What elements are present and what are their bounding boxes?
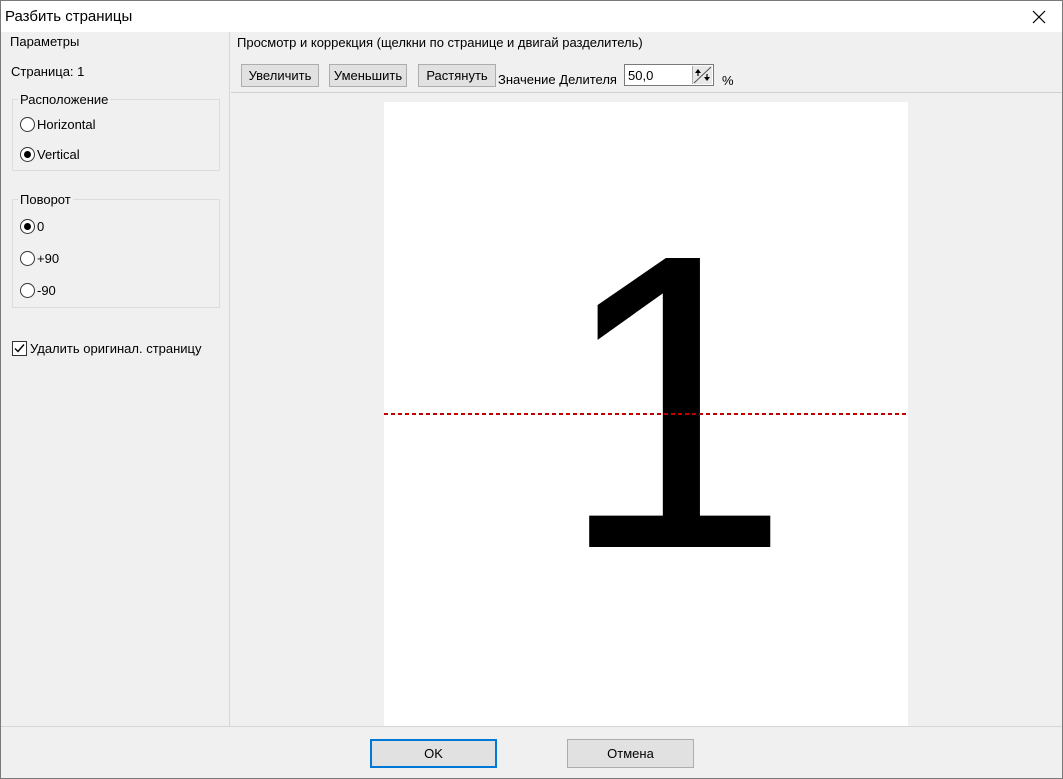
- delete-original-checkbox[interactable]: [12, 340, 27, 356]
- parameters-panel: Параметры Страница: 1 Расположение Horiz…: [1, 32, 230, 726]
- radio-rotation-minus90-indicator[interactable]: [20, 282, 35, 298]
- stretch-button[interactable]: Растянуть: [418, 64, 496, 87]
- radio-rotation-plus90[interactable]: +90: [20, 248, 59, 268]
- checkmark-icon: [14, 343, 25, 353]
- radio-rotation-plus90-label: +90: [37, 250, 60, 266]
- ok-button[interactable]: OK: [370, 739, 497, 768]
- rotation-group-label: Поворот: [18, 192, 73, 207]
- window-title: Разбить страницы: [5, 8, 133, 25]
- radio-vertical-label: Vertical: [37, 146, 80, 162]
- layout-group: Расположение Horizontal Vertical: [12, 92, 220, 171]
- divider-value-label: Значение Делителя: [498, 72, 617, 87]
- close-button[interactable]: [1016, 1, 1062, 32]
- page-preview-canvas[interactable]: 1: [384, 102, 908, 726]
- zoom-out-button[interactable]: Уменьшить: [329, 64, 407, 87]
- radio-rotation-minus90[interactable]: -90: [20, 280, 56, 300]
- radio-horizontal[interactable]: Horizontal: [20, 114, 96, 134]
- split-pages-dialog: Разбить страницы Параметры Страница: 1 Р…: [0, 0, 1063, 779]
- divider-value-input[interactable]: 50,0: [624, 64, 714, 86]
- radio-vertical[interactable]: Vertical: [20, 144, 80, 164]
- radio-horizontal-label: Horizontal: [37, 116, 96, 132]
- divider-value-text[interactable]: 50,0: [628, 68, 653, 83]
- parameters-label: Параметры: [10, 34, 80, 49]
- delete-original-label: Удалить оригинал. страницу: [30, 340, 202, 356]
- radio-rotation-0-label: 0: [37, 218, 45, 234]
- dialog-footer: OK Отмена: [1, 726, 1062, 778]
- page-content-digit: 1: [557, 168, 791, 637]
- rotation-group: Поворот 0 +90 -90: [12, 192, 220, 308]
- radio-vertical-indicator[interactable]: [20, 146, 35, 162]
- page-preview[interactable]: 1: [384, 102, 908, 726]
- cancel-button[interactable]: Отмена: [567, 739, 694, 768]
- radio-rotation-0[interactable]: 0: [20, 216, 44, 236]
- radio-rotation-minus90-label: -90: [37, 282, 56, 298]
- radio-rotation-plus90-indicator[interactable]: [20, 250, 35, 266]
- title-bar: Разбить страницы: [1, 1, 1062, 32]
- percent-label: %: [722, 73, 734, 88]
- radio-rotation-0-indicator[interactable]: [20, 218, 35, 234]
- divider-spin-button[interactable]: [692, 66, 712, 84]
- preview-header: Просмотр и коррекция (щелкни по странице…: [237, 35, 643, 50]
- toolbar-separator: [231, 92, 1062, 93]
- delete-original-checkbox-row[interactable]: Удалить оригинал. страницу: [12, 338, 202, 358]
- zoom-in-button[interactable]: Увеличить: [241, 64, 319, 87]
- radio-horizontal-indicator[interactable]: [20, 116, 35, 132]
- page-number-label: Страница: 1: [11, 64, 85, 79]
- close-icon: [1032, 10, 1046, 23]
- spin-arrows-icon: [693, 66, 712, 84]
- layout-group-label: Расположение: [18, 92, 111, 107]
